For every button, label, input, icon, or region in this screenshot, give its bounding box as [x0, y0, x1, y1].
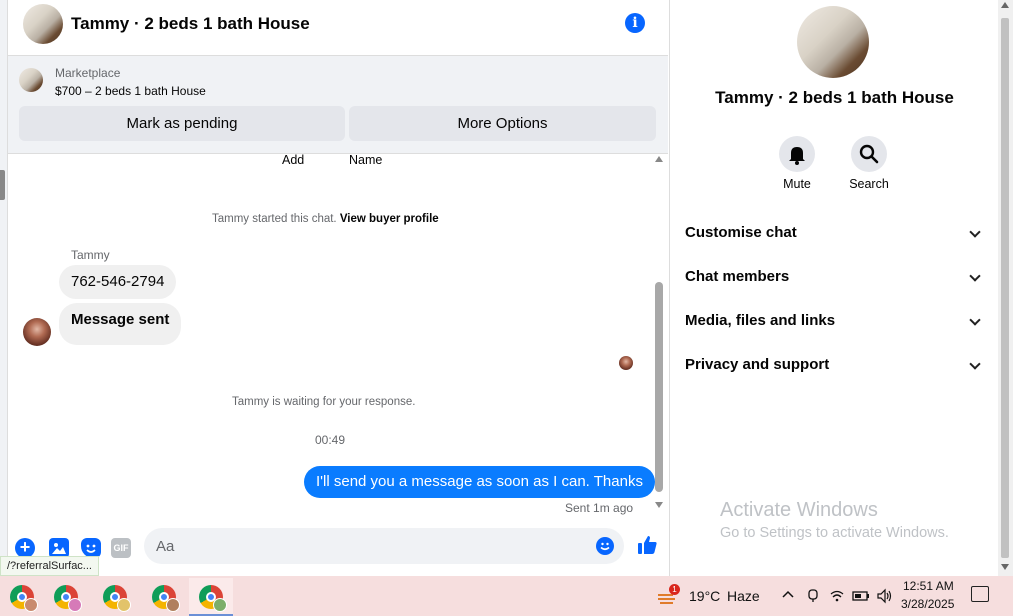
page-scroll-up-icon[interactable]	[1001, 2, 1009, 8]
search-button[interactable]	[851, 136, 887, 172]
search-icon	[859, 144, 879, 164]
customise-chat-section[interactable]: Customise chat	[685, 221, 985, 245]
chat-thread: Add Name Tammy started this chat. View b…	[8, 153, 668, 524]
profile-avatar-icon	[117, 598, 131, 612]
clock-time[interactable]: 12:51 AM	[903, 579, 954, 593]
message-timestamp: 00:49	[315, 433, 346, 447]
plus-icon[interactable]: +	[15, 538, 35, 558]
partial-name-text: Name	[349, 153, 383, 167]
page-scroll-down-icon[interactable]	[1001, 564, 1009, 570]
emoji-icon[interactable]	[596, 537, 614, 555]
mute-label[interactable]: Mute	[767, 177, 827, 191]
marketplace-panel: Marketplace $700 – 2 beds 1 bath House M…	[8, 56, 668, 154]
profile-avatar-icon	[166, 598, 180, 612]
profile-avatar-icon	[24, 598, 38, 612]
mark-as-pending-button[interactable]: Mark as pending	[19, 106, 345, 141]
section-label: Media, files and links	[685, 312, 836, 329]
gallery-icon[interactable]	[49, 538, 69, 558]
gif-icon[interactable]: GIF	[111, 538, 131, 558]
activate-windows-title: Activate Windows	[720, 499, 878, 521]
panel-title: Tammy · 2 beds 1 bath House	[715, 88, 954, 107]
thumbs-up-icon[interactable]	[636, 534, 658, 556]
wifi-icon[interactable]	[829, 588, 845, 607]
temperature[interactable]: 19°C	[689, 588, 720, 604]
privacy-support-section[interactable]: Privacy and support	[685, 353, 985, 377]
page-scroll-thumb[interactable]	[1001, 18, 1009, 558]
chevron-down-icon	[969, 226, 981, 238]
partial-add-text: Add	[282, 153, 305, 167]
outgoing-message[interactable]: I'll send you a message as soon as I can…	[304, 466, 655, 498]
listing-thumbnail[interactable]	[19, 68, 43, 92]
chat-header: Tammy · 2 beds 1 bath House i	[8, 0, 668, 56]
chat-title[interactable]: Tammy · 2 beds 1 bath House	[71, 14, 310, 34]
weather-haze-icon[interactable]: 1	[657, 584, 680, 606]
activate-windows-subtitle: Go to Settings to activate Windows.	[720, 525, 949, 541]
marketplace-label: Marketplace	[55, 66, 121, 80]
scroll-down-arrow-icon[interactable]	[655, 502, 663, 508]
page-scrollbar[interactable]	[998, 0, 1013, 576]
profile-avatar-icon	[213, 598, 227, 612]
bell-icon	[789, 147, 805, 165]
profile-avatar-icon	[68, 598, 82, 612]
scroll-up-arrow-icon[interactable]	[655, 156, 663, 162]
listing-price-title[interactable]: $700 – 2 beds 1 bath House	[55, 84, 206, 98]
battery-icon[interactable]	[852, 588, 870, 607]
chat-scrollbar[interactable]	[654, 154, 665, 520]
listing-avatar[interactable]	[23, 4, 63, 44]
section-label: Privacy and support	[685, 356, 830, 373]
taskbar-chrome-app[interactable]	[142, 578, 186, 616]
media-files-links-section[interactable]: Media, files and links	[685, 309, 985, 333]
search-label[interactable]: Search	[839, 177, 899, 191]
sent-status: Sent 1m ago	[565, 501, 634, 515]
more-options-button[interactable]: More Options	[349, 106, 656, 141]
chat-started-note: Tammy started this chat. View buyer prof…	[212, 213, 439, 225]
listing-large-avatar[interactable]	[797, 6, 869, 78]
weather-alert-badge: 1	[669, 584, 680, 595]
message-composer: + GIF	[8, 524, 668, 576]
incoming-message[interactable]: Message sent	[59, 303, 182, 345]
mute-button[interactable]	[779, 136, 815, 172]
message-input[interactable]	[144, 528, 624, 564]
section-label: Chat members	[685, 268, 790, 285]
windows-taskbar: 1 19°C Haze 12:51 AM 3/28/2025	[0, 576, 1013, 616]
edge-scroll-tab[interactable]	[0, 170, 5, 200]
sender-avatar[interactable]	[23, 318, 51, 346]
taskbar-chrome-app[interactable]	[93, 578, 137, 616]
seen-receipt-avatar	[619, 356, 633, 370]
taskbar-chrome-app[interactable]	[0, 578, 44, 616]
browser-status-url: /?referralSurfac...	[0, 556, 99, 576]
taskbar-chrome-app-active[interactable]	[189, 578, 233, 616]
waiting-note: Tammy is waiting for your response.	[232, 396, 416, 408]
meet-now-icon[interactable]	[806, 588, 820, 607]
sender-name: Tammy	[71, 248, 110, 262]
volume-icon[interactable]	[876, 588, 894, 607]
chat-members-section[interactable]: Chat members	[685, 265, 985, 289]
chevron-up-icon[interactable]	[781, 588, 795, 605]
left-window-edge	[0, 0, 8, 576]
notification-icon[interactable]	[971, 586, 989, 602]
chat-started-text: Tammy started this chat.	[212, 213, 340, 225]
chevron-down-icon	[969, 314, 981, 326]
scroll-thumb[interactable]	[655, 282, 663, 492]
info-icon[interactable]: i	[625, 13, 645, 33]
clock-date[interactable]: 3/28/2025	[901, 597, 954, 611]
chevron-down-icon	[969, 358, 981, 370]
sticker-icon[interactable]	[81, 538, 101, 558]
section-label: Customise chat	[685, 224, 797, 241]
incoming-message[interactable]: 762-546-2794	[59, 265, 177, 299]
taskbar-chrome-app[interactable]	[44, 578, 88, 616]
chat-info-panel: Tammy · 2 beds 1 bath House Mute Search …	[669, 0, 998, 576]
chevron-down-icon	[969, 270, 981, 282]
weather-condition[interactable]: Haze	[727, 588, 760, 604]
view-buyer-profile-link[interactable]: View buyer profile	[340, 213, 439, 225]
